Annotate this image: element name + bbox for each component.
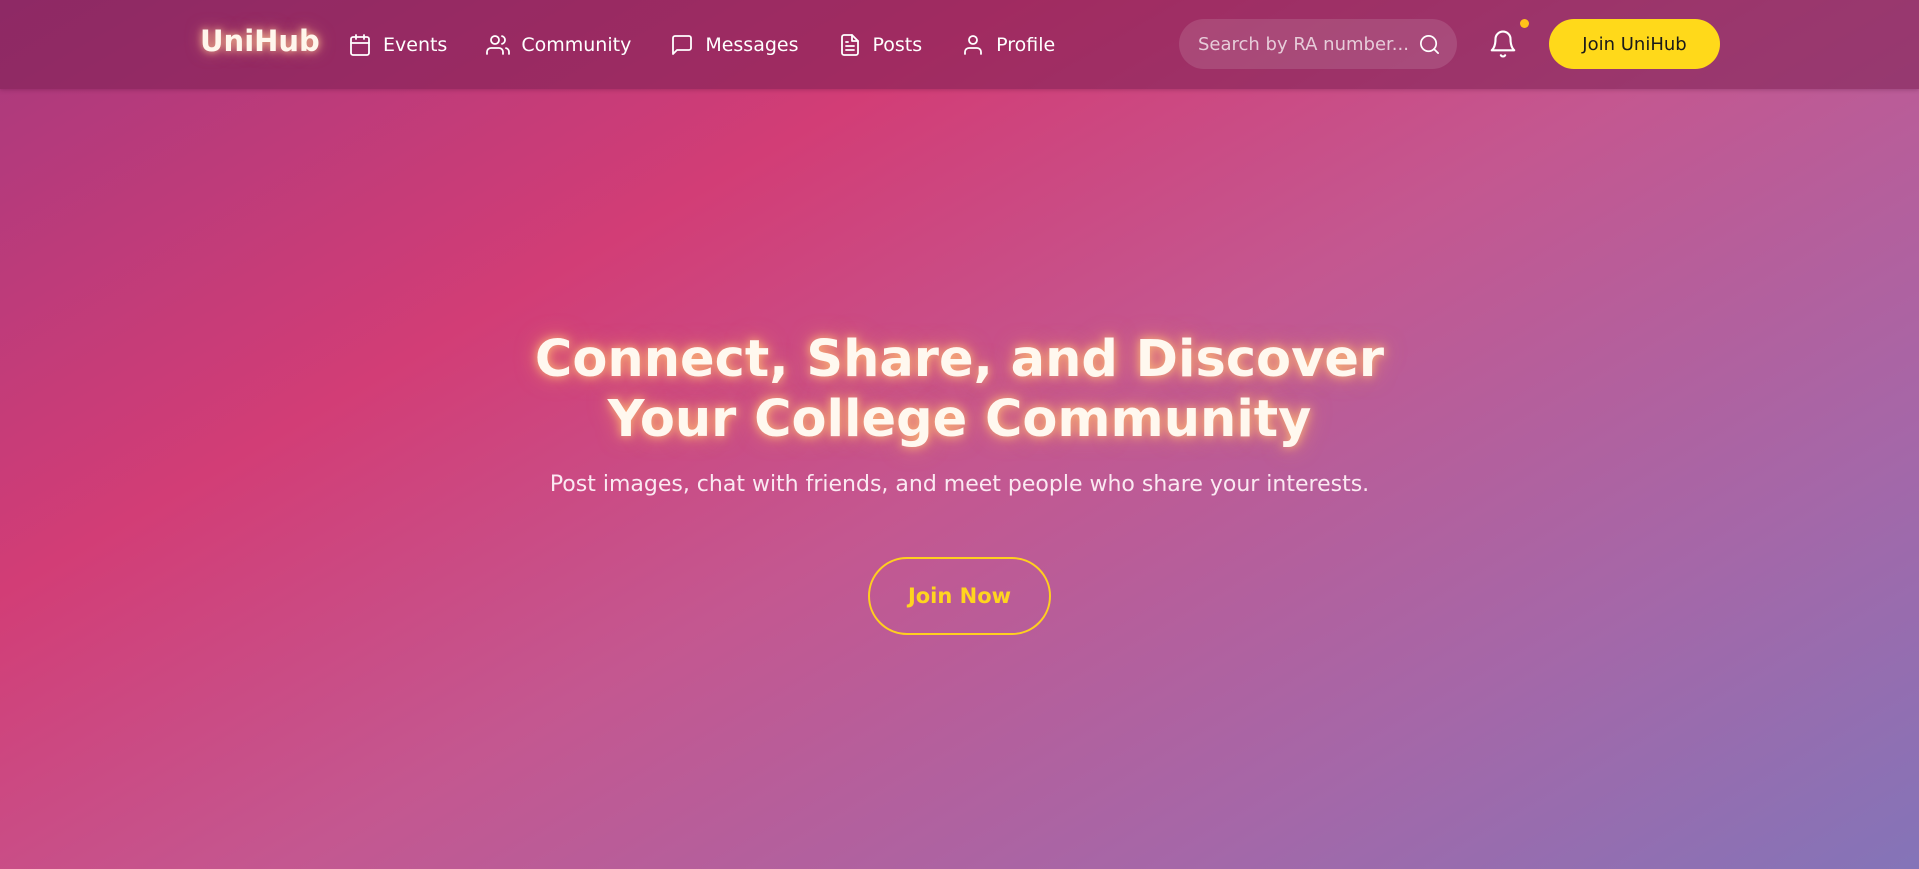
hero-title-line-2: Your College Community: [607, 390, 1312, 449]
hero-section: Connect, Share, and Discover Your Colleg…: [0, 330, 1919, 497]
bell-icon: [1490, 30, 1516, 58]
calendar-icon: [350, 34, 370, 56]
message-square-icon: [672, 35, 693, 55]
join-now-button[interactable]: Join Now: [868, 557, 1051, 635]
nav-item-messages[interactable]: Messages: [670, 33, 799, 57]
search-icon[interactable]: [1418, 33, 1441, 56]
search-input[interactable]: [1198, 33, 1418, 55]
logo[interactable]: UniHub: [200, 24, 320, 58]
nav-item-label: Messages: [705, 34, 799, 56]
navbar: UniHub Events Community Messages Posts P…: [0, 0, 1919, 89]
nav-links: Events Community Messages Posts Profile: [348, 29, 1094, 61]
nav-item-label: Community: [521, 34, 632, 56]
nav-item-label: Posts: [872, 34, 923, 56]
nav-item-events[interactable]: Events: [348, 33, 447, 57]
notification-button[interactable]: [1488, 28, 1518, 60]
users-icon: [486, 35, 511, 55]
nav-item-label: Events: [383, 34, 448, 56]
nav-item-profile[interactable]: Profile: [961, 33, 1055, 57]
user-icon: [964, 35, 983, 55]
hero-title-line-1: Connect, Share, and Discover: [534, 330, 1385, 389]
hero-title: Connect, Share, and Discover Your Colleg…: [0, 330, 1919, 450]
nav-item-label: Profile: [996, 34, 1056, 56]
hero-subtitle: Post images, chat with friends, and meet…: [549, 472, 1370, 497]
nav-item-posts[interactable]: Posts: [838, 33, 923, 57]
file-text-icon: [840, 34, 859, 56]
notification-dot: [1520, 19, 1529, 28]
join-unihub-button[interactable]: Join UniHub: [1549, 19, 1720, 69]
nav-item-community[interactable]: Community: [486, 33, 631, 57]
search-box: [1179, 19, 1457, 69]
